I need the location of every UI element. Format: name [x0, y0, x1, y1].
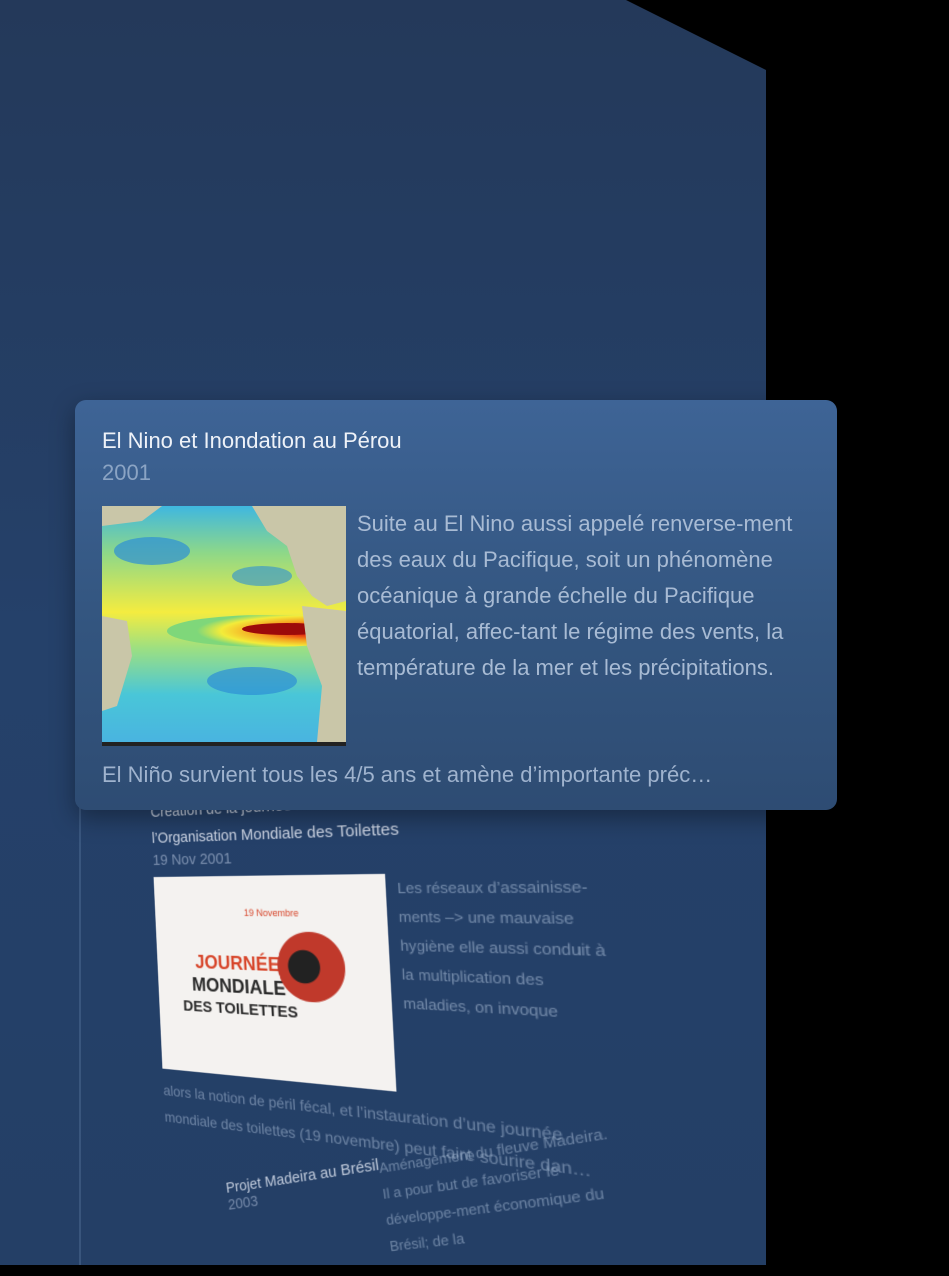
featured-card-el-nino[interactable]: El Nino et Inondation au Pérou 2001 Suit… — [75, 400, 837, 810]
card-excerpt: El Niño survient tous les 4/5 ans et amè… — [102, 762, 713, 787]
card-thumbnail: 19 Novembre JOURNÉE MONDIALE DES TOILETT… — [153, 873, 397, 1092]
el-nino-map-image — [102, 506, 346, 746]
card-body: Les réseaux d’assainisse-ments –> une ma… — [396, 877, 607, 1021]
thumb-tag: 19 Novembre — [243, 907, 299, 919]
card-title: El Nino et Inondation au Pérou — [102, 428, 402, 453]
thumb-line-3: DES TOILETTES — [182, 997, 299, 1023]
card-year: 2001 — [102, 460, 151, 485]
card-description: Suite au El Nino aussi appelé renverse-m… — [357, 511, 793, 680]
timeline-rail — [79, 800, 81, 1265]
